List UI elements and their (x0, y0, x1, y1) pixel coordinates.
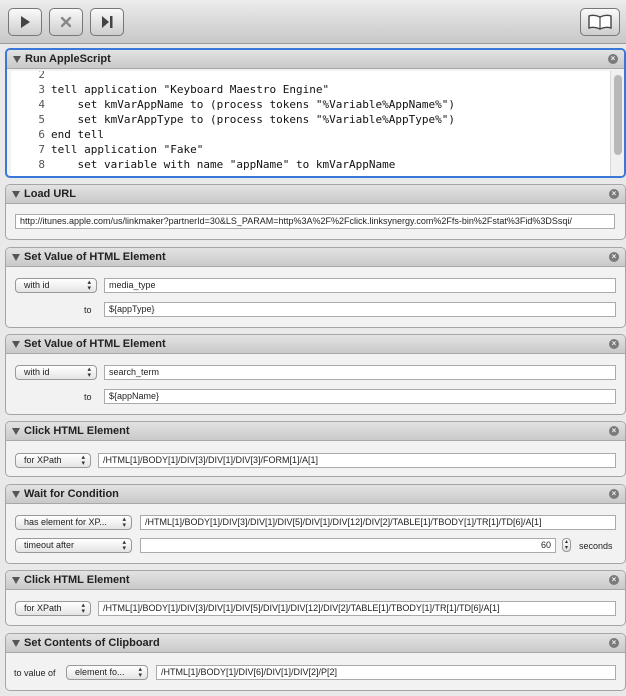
action-header[interactable]: Set Contents of Clipboard × (6, 634, 625, 653)
popup-arrows-icon: ▴ ▾ (87, 366, 91, 379)
library-button[interactable] (580, 8, 620, 36)
script-editor[interactable]: 2 3 tell application "Keyboard Maestro En… (11, 71, 614, 176)
action-header[interactable]: Click HTML Element × (6, 571, 625, 590)
popup-arrows-icon: ▴ ▾ (87, 279, 91, 292)
to-label: to (84, 392, 92, 402)
disclosure-triangle-icon[interactable] (12, 341, 20, 348)
action-title: Set Value of HTML Element (24, 338, 166, 350)
action-title: Set Value of HTML Element (24, 251, 166, 263)
to-value-of-label: to value of (14, 668, 56, 678)
action-set-value-search-term[interactable]: Set Value of HTML Element × with id ▴ ▾ s… (5, 334, 626, 415)
action-set-value-media-type[interactable]: Set Value of HTML Element × with id ▴ ▾ m… (5, 247, 626, 328)
script-line: 3 tell application "Keyboard Maestro Engi… (38, 83, 330, 96)
close-icon[interactable]: × (609, 189, 619, 199)
action-header[interactable]: Wait for Condition × (6, 485, 625, 504)
script-line: 6 end tell (38, 128, 104, 141)
action-load-url[interactable]: Load URL × http://itunes.apple.com/us/li… (5, 184, 626, 240)
script-line: 8 set variable with name "appName" to km… (38, 158, 396, 171)
timeout-stepper[interactable]: ▴ ▾ (562, 538, 571, 552)
action-header[interactable]: Load URL × (6, 185, 625, 204)
element-selector-popup[interactable]: with id ▴ ▾ (15, 278, 97, 293)
scrollbar-thumb[interactable] (614, 75, 622, 155)
disclosure-triangle-icon[interactable] (12, 191, 20, 198)
popup-arrows-icon: ▴ ▾ (122, 539, 126, 552)
stop-button[interactable] (49, 8, 83, 36)
popup-arrows-icon: ▴ ▾ (138, 666, 142, 679)
disclosure-triangle-icon[interactable] (13, 56, 21, 63)
close-icon[interactable]: × (609, 426, 619, 436)
element-selector-popup[interactable]: for XPath ▴ ▾ (15, 453, 91, 468)
disclosure-triangle-icon[interactable] (12, 640, 20, 647)
action-click-html-element[interactable]: Click HTML Element × for XPath ▴ ▾ /HTML[… (5, 421, 626, 477)
close-icon[interactable]: × (609, 252, 619, 262)
close-icon[interactable]: × (608, 54, 618, 64)
step-button[interactable] (90, 8, 124, 36)
action-run-applescript[interactable]: Run AppleScript × 2 3 tell application "K… (5, 48, 626, 178)
play-button[interactable] (8, 8, 42, 36)
action-title: Set Contents of Clipboard (24, 637, 160, 649)
element-id-field[interactable]: media_type (104, 278, 616, 293)
close-icon[interactable]: × (609, 575, 619, 585)
timeout-popup[interactable]: timeout after ▴ ▾ (15, 538, 132, 553)
action-title: Click HTML Element (24, 425, 130, 437)
popup-arrows-icon: ▴ ▾ (81, 454, 85, 467)
script-line: 7 tell application "Fake" (38, 143, 204, 156)
value-field[interactable]: ${appName} (104, 389, 616, 404)
action-title: Load URL (24, 188, 76, 200)
popup-arrows-icon: ▴ ▾ (81, 602, 85, 615)
close-icon[interactable]: × (609, 489, 619, 499)
value-field[interactable]: ${appType} (104, 302, 616, 317)
disclosure-triangle-icon[interactable] (12, 577, 20, 584)
xpath-field[interactable]: /HTML[1]/BODY[1]/DIV[6]/DIV[1]/DIV[2]/P[… (156, 665, 616, 680)
seconds-label: seconds (579, 541, 613, 551)
element-selector-popup[interactable]: with id ▴ ▾ (15, 365, 97, 380)
xpath-field[interactable]: /HTML[1]/BODY[1]/DIV[3]/DIV[1]/DIV[3]/FO… (98, 453, 616, 468)
script-line: 2 (38, 71, 45, 81)
action-title: Run AppleScript (25, 53, 111, 65)
disclosure-triangle-icon[interactable] (12, 491, 20, 498)
xpath-field[interactable]: /HTML[1]/BODY[1]/DIV[3]/DIV[1]/DIV[5]/DI… (98, 601, 616, 616)
close-icon[interactable]: × (609, 638, 619, 648)
xpath-field[interactable]: /HTML[1]/BODY[1]/DIV[3]/DIV[1]/DIV[5]/DI… (140, 515, 616, 530)
disclosure-triangle-icon[interactable] (12, 428, 20, 435)
action-click-html-element[interactable]: Click HTML Element × for XPath ▴ ▾ /HTML[… (5, 570, 626, 626)
action-header[interactable]: Run AppleScript × (7, 50, 624, 69)
action-title: Wait for Condition (24, 488, 119, 500)
condition-popup[interactable]: has element for XP... ▴ ▾ (15, 515, 132, 530)
popup-arrows-icon: ▴ ▾ (122, 516, 126, 529)
disclosure-triangle-icon[interactable] (12, 254, 20, 261)
book-icon (588, 14, 612, 30)
step-icon (102, 16, 113, 28)
timeout-field[interactable]: 60 (140, 538, 556, 553)
element-selector-popup[interactable]: for XPath ▴ ▾ (15, 601, 91, 616)
action-wait-for-condition[interactable]: Wait for Condition × has element for XP.… (5, 484, 626, 564)
close-icon[interactable]: × (609, 339, 619, 349)
action-title: Click HTML Element (24, 574, 130, 586)
action-set-clipboard[interactable]: Set Contents of Clipboard × to value of … (5, 633, 626, 691)
to-label: to (84, 305, 92, 315)
script-scrollbar[interactable] (610, 71, 624, 176)
script-line: 4 set kmVarAppName to (process tokens "%… (38, 98, 455, 111)
action-header[interactable]: Click HTML Element × (6, 422, 625, 441)
toolbar (0, 0, 626, 44)
play-icon (21, 16, 30, 28)
element-id-field[interactable]: search_term (104, 365, 616, 380)
url-field[interactable]: http://itunes.apple.com/us/linkmaker?par… (15, 214, 615, 229)
action-header[interactable]: Set Value of HTML Element × (6, 335, 625, 354)
source-popup[interactable]: element fo... ▴ ▾ (66, 665, 148, 680)
script-line: 5 set kmVarAppType to (process tokens "%… (38, 113, 455, 126)
stop-icon (60, 16, 72, 28)
action-header[interactable]: Set Value of HTML Element × (6, 248, 625, 267)
